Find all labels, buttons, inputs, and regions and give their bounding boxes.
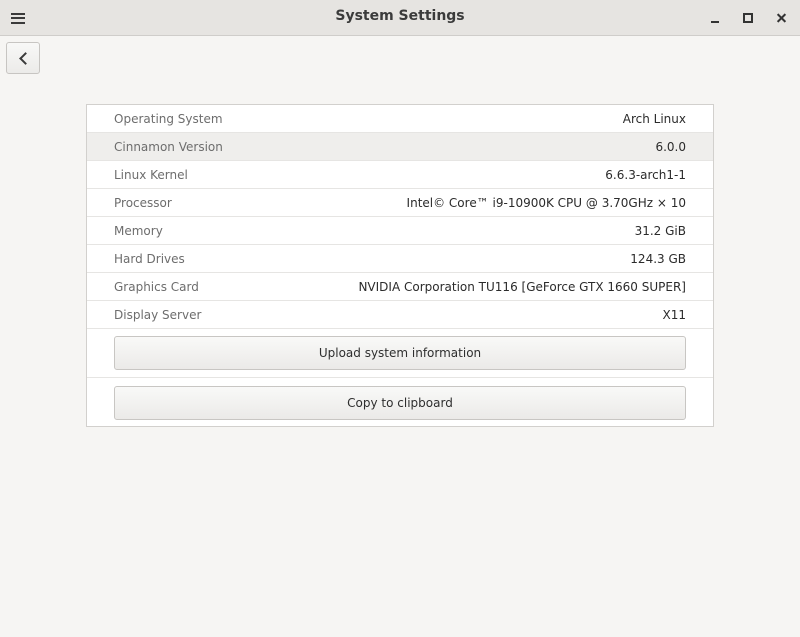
info-value: X11 [662,307,687,322]
minimize-icon [711,21,719,23]
minimize-button[interactable] [704,7,726,29]
info-value: Arch Linux [622,111,686,126]
back-button[interactable] [6,42,40,74]
info-row-operating-system: Operating System Arch Linux [87,105,713,133]
chevron-left-icon [18,51,32,65]
maximize-icon [743,13,753,23]
upload-row: Upload system information [87,329,713,378]
info-label: Linux Kernel [114,167,188,182]
info-row-linux-kernel: Linux Kernel 6.6.3-arch1-1 [87,161,713,189]
info-row-cinnamon-version: Cinnamon Version 6.0.0 [87,133,713,161]
close-icon [776,13,787,24]
info-label: Processor [114,195,172,210]
info-value: 124.3 GB [630,251,686,266]
info-value: 31.2 GiB [634,223,686,238]
info-row-graphics-card: Graphics Card NVIDIA Corporation TU116 [… [87,273,713,301]
copy-row: Copy to clipboard [87,378,713,427]
info-value: Intel© Core™ i9-10900K CPU @ 3.70GHz × 1… [406,195,686,210]
maximize-button[interactable] [737,7,759,29]
info-label: Memory [114,223,163,238]
info-row-processor: Processor Intel© Core™ i9-10900K CPU @ 3… [87,189,713,217]
info-row-hard-drives: Hard Drives 124.3 GB [87,245,713,273]
close-button[interactable] [770,7,792,29]
window-title: System Settings [335,8,465,24]
info-value: NVIDIA Corporation TU116 [GeForce GTX 16… [358,279,686,294]
info-row-display-server: Display Server X11 [87,301,713,329]
info-label: Cinnamon Version [114,139,223,154]
info-value: 6.0.0 [655,139,686,154]
info-label: Hard Drives [114,251,185,266]
info-row-memory: Memory 31.2 GiB [87,217,713,245]
info-value: 6.6.3-arch1-1 [605,167,686,182]
info-label: Graphics Card [114,279,199,294]
info-label: Display Server [114,307,202,322]
upload-system-information-button[interactable]: Upload system information [114,336,686,370]
system-info-panel: Operating System Arch Linux Cinnamon Ver… [86,104,714,427]
info-label: Operating System [114,111,223,126]
copy-to-clipboard-button[interactable]: Copy to clipboard [114,385,686,420]
title-bar: System Settings [0,0,800,36]
